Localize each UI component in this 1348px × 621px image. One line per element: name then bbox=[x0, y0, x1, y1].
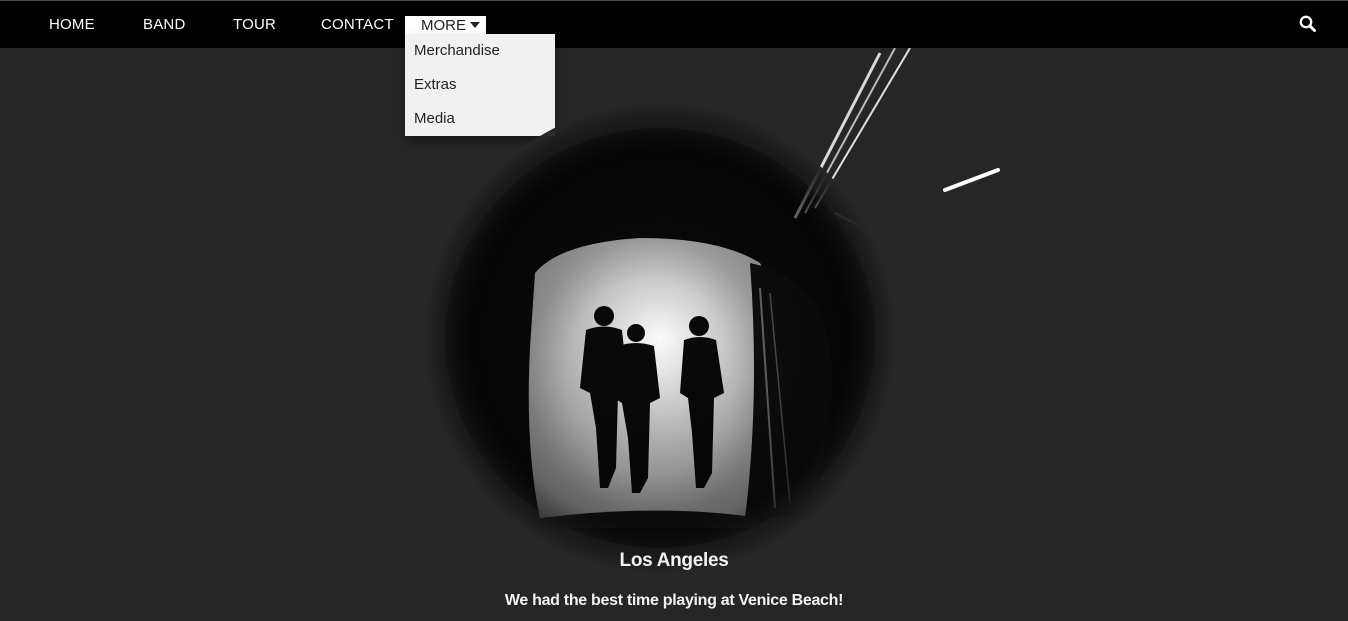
top-navbar: HOME BAND TOUR CONTACT MORE bbox=[0, 0, 1348, 48]
nav-band-link[interactable]: BAND bbox=[143, 1, 185, 48]
nav-tour-link[interactable]: TOUR bbox=[233, 1, 276, 48]
caret-down-icon bbox=[470, 22, 480, 28]
nav-home-link[interactable]: HOME bbox=[49, 1, 95, 48]
hero-section bbox=[0, 47, 1348, 616]
nav-more-label: MORE bbox=[421, 17, 466, 34]
hero-caption-text: We had the best time playing at Venice B… bbox=[504, 592, 844, 609]
hero-city-title: Los Angeles bbox=[619, 550, 729, 571]
nav-contact-link[interactable]: CONTACT bbox=[321, 1, 394, 48]
search-button[interactable] bbox=[1298, 14, 1318, 34]
band-silhouette-photo bbox=[425, 47, 1000, 573]
search-icon bbox=[1299, 15, 1316, 32]
nav-more-dropdown-button[interactable]: MORE bbox=[405, 16, 486, 35]
